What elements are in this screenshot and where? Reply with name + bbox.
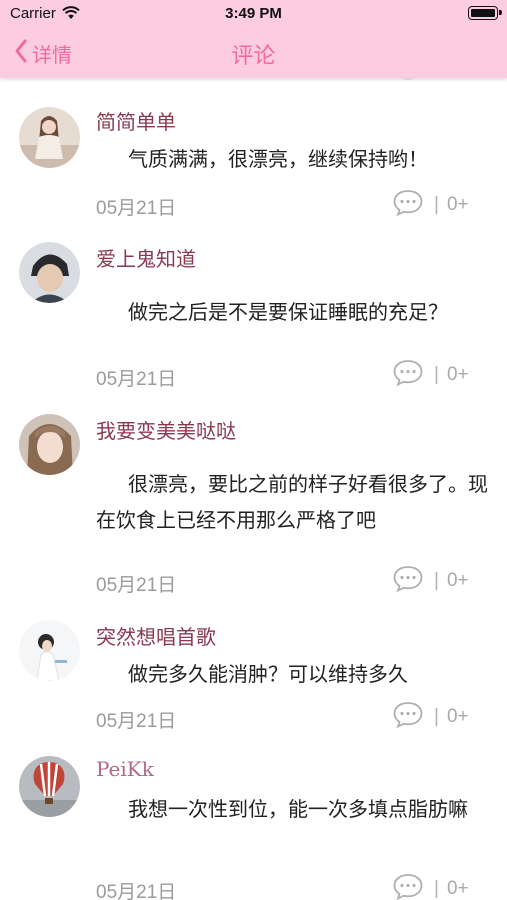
comment-text: 气质满满，很漂亮，继续保持哟！	[128, 147, 428, 171]
comment-text: 做完多久能消肿？可以维持多久	[128, 662, 408, 686]
status-bar: Carrier 3:49 PM	[0, 0, 507, 28]
clock-time: 3:49 PM	[225, 5, 282, 22]
comment-date: 05月21日	[96, 369, 177, 390]
comment-actions: | 0+	[392, 872, 469, 900]
reply-count: 0+	[446, 878, 469, 899]
comment-username[interactable]: PeiKk	[96, 757, 154, 781]
reply-count: 0+	[446, 194, 469, 215]
comment-actions: | 0+	[392, 564, 469, 598]
comment-bubble-icon[interactable]	[392, 564, 424, 598]
divider: |	[434, 878, 439, 899]
comment-username[interactable]: 突然想唱首歌	[96, 621, 216, 650]
comment-date: 05月21日	[96, 882, 177, 900]
comment-bubble-icon[interactable]	[392, 188, 424, 222]
comment-username[interactable]: 我要变美美哒哒	[96, 415, 236, 444]
comment-bubble-icon[interactable]	[392, 872, 424, 900]
divider: |	[434, 194, 439, 215]
comment-username[interactable]: 爱上鬼知道	[96, 243, 196, 272]
comment-date: 05月21日	[96, 711, 177, 732]
avatar[interactable]	[19, 756, 80, 817]
page-title: 评论	[231, 44, 276, 69]
comment-bubble-icon[interactable]	[392, 700, 424, 734]
reply-count: 0+	[446, 570, 469, 591]
divider: |	[434, 706, 439, 727]
nav-bar: 详情 评论	[0, 28, 507, 78]
avatar[interactable]	[19, 242, 80, 303]
divider: |	[434, 570, 439, 591]
comment-text: 我想一次性到位，能一次多填点脂肪嘛	[128, 797, 468, 821]
comment-text: 很漂亮，要比之前的样子好看很多了。现在饮食上已经不用那么严格了吧	[96, 472, 488, 532]
avatar[interactable]	[19, 107, 80, 168]
reply-count: 0+	[446, 364, 469, 385]
avatar[interactable]	[19, 414, 80, 475]
divider: |	[434, 364, 439, 385]
partial-icon-edge	[400, 78, 416, 80]
comment-actions: | 0+	[392, 700, 469, 734]
reply-count: 0+	[446, 706, 469, 727]
avatar[interactable]	[19, 620, 80, 681]
comment-actions: | 0+	[392, 358, 469, 392]
comment-username[interactable]: 简简单单	[96, 106, 176, 135]
comment-actions: | 0+	[392, 188, 469, 222]
comment-bubble-icon[interactable]	[392, 358, 424, 392]
battery-icon	[468, 6, 502, 20]
comment-list[interactable]: 简简单单 气质满满，很漂亮，继续保持哟！ 05月21日 | 0+ 爱上鬼知道 做…	[0, 78, 507, 900]
comment-text: 做完之后是不是要保证睡眠的充足？	[128, 300, 448, 324]
comment-date: 05月21日	[96, 575, 177, 596]
comment-date: 05月21日	[96, 198, 177, 219]
